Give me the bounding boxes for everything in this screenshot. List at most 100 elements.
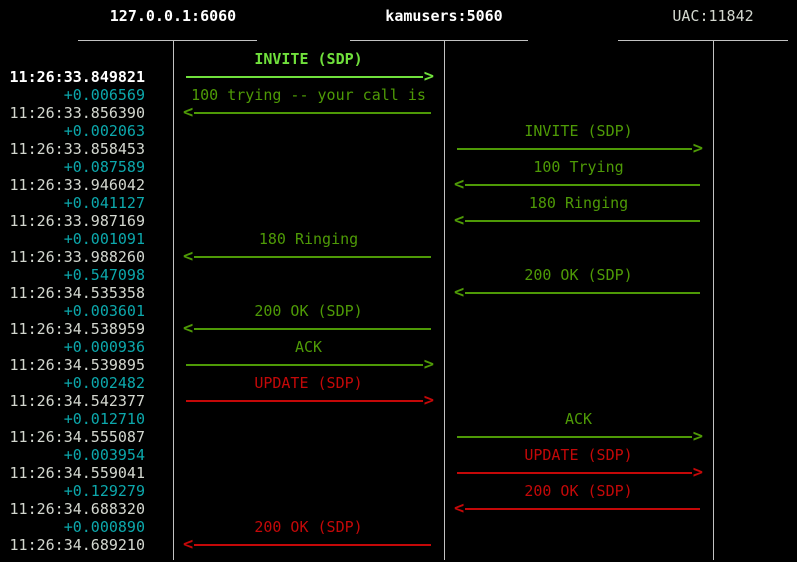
message-arrow: < [183, 248, 431, 266]
time-delta: +0.012710 [63, 410, 145, 428]
arrowhead-right-icon: > [692, 462, 703, 483]
arrow-line [194, 544, 431, 546]
message-row[interactable]: 200 OK (SDP) < [444, 482, 713, 518]
message-arrow: > [186, 66, 434, 87]
time-delta: +0.087589 [63, 158, 145, 176]
message-row[interactable]: 200 OK (SDP) < [444, 266, 713, 302]
timestamp: 11:26:33.988260 [9, 248, 145, 266]
arrowhead-left-icon: < [183, 318, 194, 339]
timestamp: 11:26:34.689210 [9, 536, 145, 554]
message-arrow: > [186, 354, 434, 375]
arrow-line [194, 328, 431, 330]
arrow-line [457, 436, 692, 438]
arrowhead-right-icon: > [692, 138, 703, 159]
timestamp: 11:26:33.856390 [9, 104, 145, 122]
arrowhead-right-icon: > [423, 354, 434, 375]
message-row[interactable]: ACK > [444, 410, 713, 446]
message-label: INVITE (SDP) [254, 50, 363, 68]
timestamp: 11:26:33.849821 [9, 68, 145, 86]
arrow-line [465, 292, 700, 294]
timestamp: 11:26:34.559041 [9, 464, 145, 482]
message-row[interactable]: INVITE (SDP) > [173, 50, 444, 86]
timestamp: 11:26:34.539895 [9, 356, 145, 374]
endpoint-underline [78, 40, 257, 41]
arrow-line [465, 508, 700, 510]
arrow-line [186, 76, 423, 78]
time-delta: +0.001091 [63, 230, 145, 248]
message-arrow: > [457, 462, 703, 483]
message-label: 200 OK (SDP) [524, 266, 633, 284]
arrowhead-right-icon: > [423, 66, 434, 87]
message-arrow: < [454, 210, 700, 231]
message-label: 100 trying -- your call is [191, 86, 426, 104]
message-row[interactable]: 180 Ringing < [444, 194, 713, 230]
timestamp: 11:26:34.542377 [9, 392, 145, 410]
arrowhead-right-icon: > [692, 426, 703, 447]
time-delta: +0.003601 [63, 302, 145, 320]
endpoint-underline [350, 40, 528, 41]
message-row[interactable]: INVITE (SDP) > [444, 122, 713, 158]
timestamp: 11:26:33.987169 [9, 212, 145, 230]
arrowhead-left-icon: < [454, 498, 465, 519]
message-label: UPDATE (SDP) [254, 374, 363, 392]
arrow-line [465, 220, 700, 222]
endpoint-lifeline [713, 41, 714, 560]
timestamp: 11:26:34.535358 [9, 284, 145, 302]
message-arrow: < [183, 318, 431, 339]
time-delta: +0.002063 [63, 122, 145, 140]
message-row[interactable]: 180 Ringing < [173, 230, 444, 266]
message-label: 180 Ringing [528, 194, 629, 212]
arrowhead-left-icon: < [183, 534, 194, 555]
timestamp: 11:26:33.946042 [9, 176, 145, 194]
message-arrow: < [183, 102, 431, 123]
message-arrow: > [186, 390, 434, 411]
timestamp: 11:26:33.858453 [9, 140, 145, 158]
message-label: 100 Trying [533, 158, 624, 176]
message-label: 200 OK (SDP) [254, 302, 363, 320]
message-label: ACK [294, 338, 323, 356]
time-delta: +0.041127 [63, 194, 145, 212]
time-delta: +0.002482 [63, 374, 145, 392]
timestamp: 11:26:34.555087 [9, 428, 145, 446]
message-arrow: > [457, 138, 703, 159]
message-row[interactable]: 200 OK (SDP) < [173, 518, 444, 554]
arrowhead-left-icon: < [454, 174, 465, 195]
message-label: INVITE (SDP) [524, 122, 633, 140]
timestamp: 11:26:34.688320 [9, 500, 145, 518]
arrowhead-left-icon: < [454, 210, 465, 231]
message-arrow: < [183, 534, 431, 555]
time-delta: +0.000890 [63, 518, 145, 536]
message-row[interactable]: ACK > [173, 338, 444, 374]
time-delta: +0.547098 [63, 266, 145, 284]
message-row[interactable]: 200 OK (SDP) < [173, 302, 444, 338]
arrowhead-left-icon: < [454, 282, 465, 303]
message-arrow: > [457, 426, 703, 447]
endpoint-underline [618, 40, 788, 41]
time-delta: +0.003954 [63, 446, 145, 464]
arrow-line [457, 148, 692, 150]
message-label: 180 Ringing [258, 230, 359, 248]
timestamp: 11:26:34.538959 [9, 320, 145, 338]
endpoint-label-2: UAC:11842 [672, 7, 754, 25]
time-delta: +0.129279 [63, 482, 145, 500]
message-row[interactable]: UPDATE (SDP) > [444, 446, 713, 482]
arrowhead-right-icon: > [423, 390, 434, 411]
message-label: 200 OK (SDP) [524, 482, 633, 500]
message-row[interactable]: UPDATE (SDP) > [173, 374, 444, 410]
message-arrow: < [454, 498, 700, 519]
sip-call-flow-screen: 127.0.0.1:6060 kamusers:5060 UAC:11842 I… [0, 0, 797, 562]
endpoint-label-0: 127.0.0.1:6060 [109, 7, 237, 25]
message-arrow: < [454, 282, 700, 303]
message-row[interactable]: 100 trying -- your call is < [173, 86, 444, 122]
arrow-line [194, 112, 431, 114]
message-row[interactable]: 100 Trying < [444, 158, 713, 194]
message-label: ACK [564, 410, 593, 428]
arrow-line [194, 256, 431, 258]
arrow-line [186, 364, 423, 366]
arrowhead-left-icon: < [183, 102, 194, 123]
endpoint-label-1: kamusers:5060 [385, 7, 503, 25]
message-label: UPDATE (SDP) [524, 446, 633, 464]
time-delta: +0.000936 [63, 338, 145, 356]
arrow-line [457, 472, 692, 474]
message-arrow: < [454, 174, 700, 195]
